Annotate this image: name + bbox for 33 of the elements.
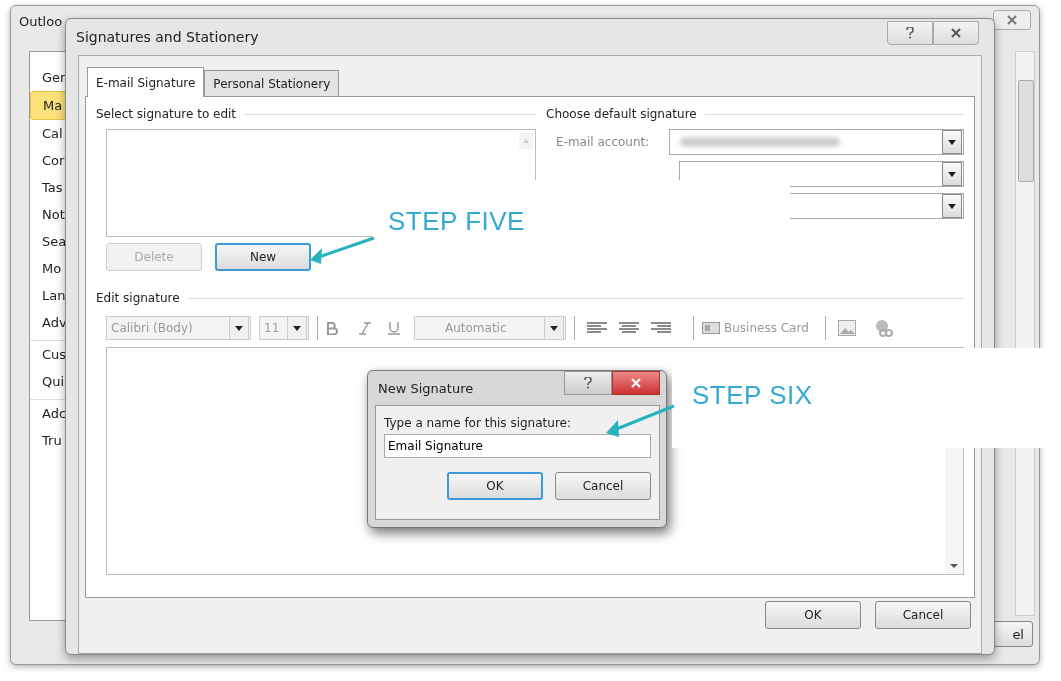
help-icon[interactable] bbox=[564, 371, 612, 395]
hyperlink-icon[interactable] bbox=[873, 319, 894, 337]
arrow-icon bbox=[310, 236, 375, 264]
section-label: Choose default signature bbox=[546, 107, 697, 121]
window-title: Outloo bbox=[19, 14, 63, 29]
cancel-button[interactable]: Cancel bbox=[875, 601, 971, 629]
align-right-icon[interactable] bbox=[651, 322, 671, 334]
align-left-icon[interactable] bbox=[587, 322, 607, 334]
section-label: Select signature to edit bbox=[96, 107, 237, 121]
align-center-icon[interactable] bbox=[619, 322, 639, 334]
tab[interactable]: Personal Stationery bbox=[204, 70, 340, 96]
name-input[interactable]: Email Signature bbox=[384, 434, 651, 458]
bold-icon[interactable] bbox=[326, 321, 338, 335]
annotation-text: STEP FIVE bbox=[388, 206, 525, 237]
dialog-title: Signatures and Stationery bbox=[76, 29, 259, 45]
field-label: Type a name for this signature: bbox=[384, 416, 572, 430]
field-label: E-mail account: bbox=[556, 135, 651, 149]
section-label: Edit signature bbox=[96, 291, 180, 305]
annotation-text: STEP SIX bbox=[692, 379, 813, 411]
picture-icon[interactable] bbox=[837, 320, 856, 336]
close-icon[interactable] bbox=[612, 371, 660, 395]
close-icon[interactable] bbox=[933, 21, 979, 45]
arrow-icon bbox=[606, 404, 675, 437]
tab[interactable]: E-mail Signature bbox=[87, 67, 205, 97]
dialog-title: New Signature bbox=[378, 380, 474, 396]
help-icon[interactable] bbox=[887, 21, 933, 45]
close-icon[interactable] bbox=[993, 10, 1031, 30]
scroll-down-icon[interactable] bbox=[950, 564, 958, 568]
new-button[interactable]: New bbox=[215, 243, 311, 271]
cancel-button[interactable]: Cancel bbox=[555, 472, 651, 500]
card-icon bbox=[702, 322, 720, 334]
ok-button[interactable]: OK bbox=[447, 472, 543, 500]
ok-button[interactable]: OK bbox=[765, 601, 861, 629]
